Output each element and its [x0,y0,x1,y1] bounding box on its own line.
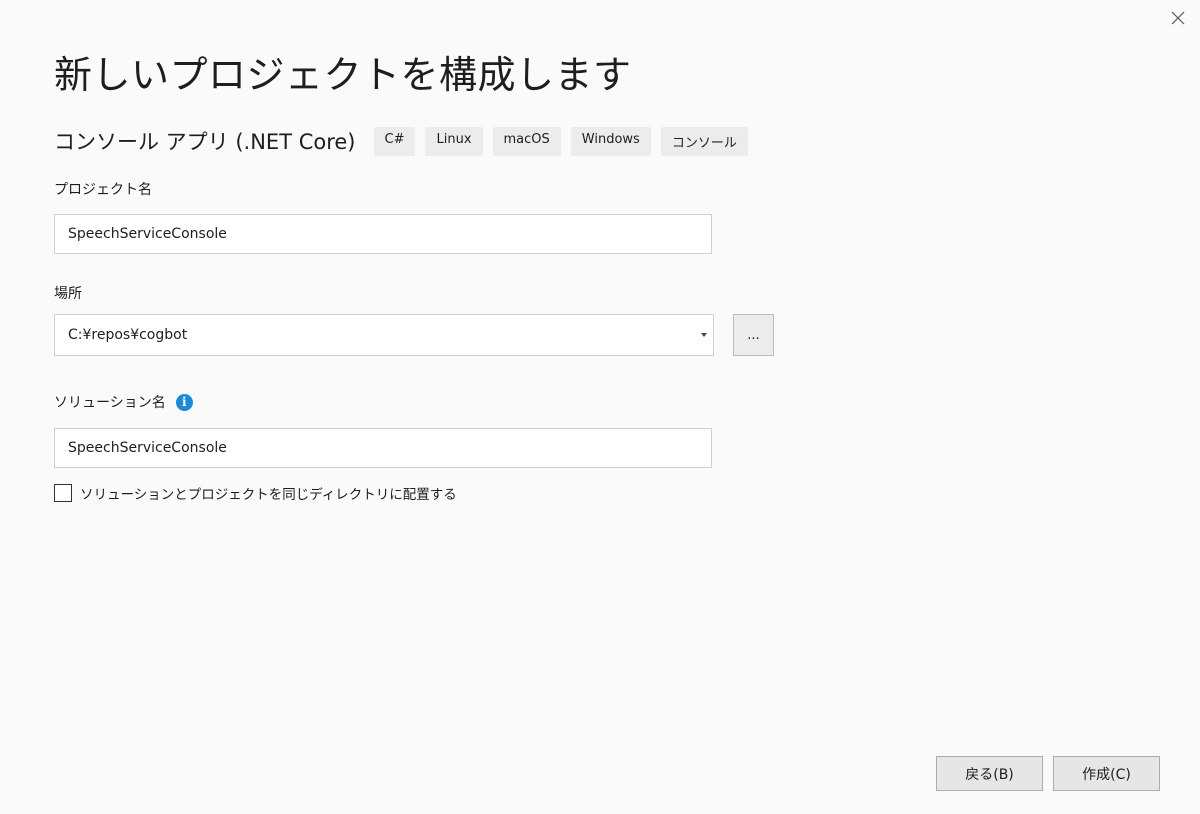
tag-linux: Linux [425,126,483,156]
location-combobox[interactable]: C:¥repos¥cogbot [54,314,714,356]
configure-project-dialog: 新しいプロジェクトを構成します コンソール アプリ (.NET Core) C#… [0,0,1200,814]
close-icon [1171,11,1185,25]
location-value: C:¥repos¥cogbot [68,327,188,343]
solution-name-input[interactable] [54,428,712,468]
browse-button[interactable]: ... [733,314,774,356]
tag-windows: Windows [570,126,651,156]
info-icon[interactable]: i [175,393,193,411]
solution-name-label-row: ソリューション名 i [54,392,193,412]
template-name: コンソール アプリ (.NET Core) [54,130,356,154]
back-button[interactable]: 戻る(B) [936,756,1043,791]
template-tags: C# Linux macOS Windows コンソール [373,126,748,156]
same-directory-checkbox[interactable] [54,484,72,502]
create-button[interactable]: 作成(C) [1053,756,1160,791]
project-name-input[interactable] [54,214,712,254]
page-title: 新しいプロジェクトを構成します [54,53,632,97]
same-directory-option[interactable]: ソリューションとプロジェクトを同じディレクトリに配置する [54,483,457,503]
tag-console: コンソール [660,126,748,156]
same-directory-label: ソリューションとプロジェクトを同じディレクトリに配置する [80,487,457,503]
tag-macos: macOS [492,126,561,156]
dropdown-arrow-icon[interactable] [701,333,707,337]
solution-name-label: ソリューション名 [54,395,166,411]
close-button[interactable] [1166,6,1190,30]
template-summary: コンソール アプリ (.NET Core) C# Linux macOS Win… [54,126,748,156]
project-name-label: プロジェクト名 [54,182,152,198]
location-label: 場所 [54,286,82,302]
tag-csharp: C# [373,126,416,156]
